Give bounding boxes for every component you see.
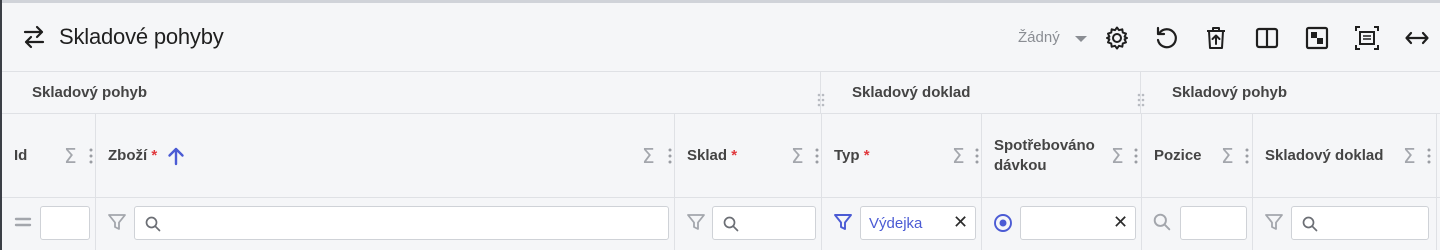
page-title: Skladové pohyby bbox=[59, 24, 224, 49]
sum-icon[interactable]: Σ bbox=[1221, 144, 1234, 168]
column-group-label: Skladový pohyb bbox=[1172, 84, 1288, 101]
clear-filter-icon[interactable]: ✕ bbox=[1113, 212, 1128, 233]
filter-icon[interactable] bbox=[107, 212, 127, 232]
column-label-text: Typ bbox=[834, 147, 860, 164]
column-group: Skladový pohyb bbox=[1141, 72, 1440, 113]
column-separator bbox=[821, 198, 822, 250]
required-marker: * bbox=[863, 147, 870, 164]
column-header-skladovy-doklad[interactable]: Skladový doklad Σ bbox=[1253, 114, 1436, 197]
column-header-id[interactable]: Id Σ bbox=[2, 114, 95, 197]
column-group-label: Skladový doklad bbox=[852, 84, 971, 101]
toggle-panel-icon[interactable] bbox=[1304, 25, 1330, 51]
split-view-icon[interactable] bbox=[1254, 25, 1280, 51]
page-header: Skladové pohyby Žádný bbox=[2, 3, 1440, 72]
typ-filter-input[interactable]: Výdejka ✕ bbox=[860, 206, 976, 240]
clear-filter-icon[interactable]: ✕ bbox=[953, 212, 968, 233]
column-separator bbox=[1436, 114, 1437, 197]
fit-icon[interactable] bbox=[1354, 25, 1380, 51]
column-menu-icon[interactable] bbox=[815, 148, 819, 164]
filter-row: Výdejka ✕ ✕ bbox=[2, 198, 1440, 250]
column-header-pozice[interactable]: Pozice Σ bbox=[1142, 114, 1252, 197]
sklad-filter-input[interactable] bbox=[712, 206, 816, 240]
column-label: Sklad * bbox=[687, 146, 737, 166]
search-icon bbox=[1302, 216, 1318, 232]
id-filter-input[interactable] bbox=[40, 206, 90, 240]
column-header-sklad[interactable]: Sklad * Σ bbox=[675, 114, 821, 197]
skladovy-doklad-filter-input[interactable] bbox=[1291, 206, 1429, 240]
column-group: Skladový pohyb bbox=[2, 72, 820, 113]
column-label-text: Sklad bbox=[687, 147, 728, 164]
search-icon bbox=[145, 216, 161, 232]
column-separator bbox=[1252, 198, 1253, 250]
column-separator bbox=[1141, 198, 1142, 250]
column-label-line: Spotřebováno bbox=[994, 137, 1095, 154]
pozice-filter-input[interactable] bbox=[1180, 206, 1247, 240]
column-menu-icon[interactable] bbox=[1427, 148, 1431, 164]
column-menu-icon[interactable] bbox=[89, 148, 93, 164]
column-separator bbox=[1436, 198, 1437, 250]
column-label: Skladový doklad bbox=[1265, 147, 1384, 164]
delete-icon[interactable] bbox=[1203, 25, 1229, 51]
column-menu-icon[interactable] bbox=[1245, 148, 1249, 164]
chevron-down-icon[interactable] bbox=[1075, 36, 1087, 42]
sum-icon[interactable]: Σ bbox=[642, 144, 655, 168]
radio-operator-icon[interactable] bbox=[993, 213, 1013, 233]
search-icon[interactable] bbox=[1153, 213, 1171, 231]
column-group-label: Skladový pohyb bbox=[32, 84, 148, 101]
column-label: Typ * bbox=[834, 146, 870, 166]
filter-icon[interactable] bbox=[686, 212, 706, 232]
preset-select-value[interactable]: Žádný bbox=[1018, 29, 1060, 46]
gear-icon[interactable] bbox=[1104, 25, 1130, 51]
search-icon bbox=[723, 216, 739, 232]
column-header-row: Id Σ Zboží * Σ Sklad * Σ Typ * Σ Spotřeb… bbox=[2, 114, 1440, 198]
column-label: Spotřebováno dávkou bbox=[994, 136, 1095, 176]
required-marker: * bbox=[151, 147, 158, 164]
expand-width-icon[interactable] bbox=[1404, 25, 1430, 51]
required-marker: * bbox=[731, 147, 738, 164]
zbozi-filter-input[interactable] bbox=[134, 206, 669, 240]
column-group: Skladový doklad bbox=[821, 72, 1141, 113]
column-label-line: dávkou bbox=[994, 157, 1047, 174]
column-label-text: Zboží bbox=[108, 147, 148, 164]
typ-filter-value: Výdejka bbox=[869, 215, 923, 232]
sum-icon[interactable]: Σ bbox=[952, 144, 965, 168]
filter-active-icon[interactable] bbox=[833, 212, 853, 232]
sum-icon[interactable]: Σ bbox=[1111, 144, 1124, 168]
column-header-typ[interactable]: Typ * Σ bbox=[822, 114, 981, 197]
reset-icon[interactable] bbox=[1153, 25, 1179, 51]
transfer-arrows-icon bbox=[23, 25, 45, 49]
column-menu-icon[interactable] bbox=[975, 148, 979, 164]
filter-icon[interactable] bbox=[1264, 212, 1284, 232]
column-menu-icon[interactable] bbox=[1134, 148, 1138, 164]
column-menu-icon[interactable] bbox=[668, 148, 672, 164]
column-separator bbox=[981, 198, 982, 250]
spotrebovano-filter-input[interactable]: ✕ bbox=[1020, 206, 1136, 240]
sort-ascending-icon[interactable] bbox=[167, 146, 185, 166]
sum-icon[interactable]: Σ bbox=[64, 144, 77, 168]
column-header-zbozi[interactable]: Zboží * Σ bbox=[96, 114, 674, 197]
sum-icon[interactable]: Σ bbox=[791, 144, 804, 168]
column-label: Pozice bbox=[1154, 147, 1202, 164]
equals-operator-icon[interactable] bbox=[14, 215, 32, 229]
column-label: Id bbox=[14, 147, 28, 164]
column-separator bbox=[674, 198, 675, 250]
column-label: Zboží * bbox=[108, 146, 157, 166]
sum-icon[interactable]: Σ bbox=[1403, 144, 1416, 168]
column-group-header-row: Skladový pohyb Skladový doklad Skladový … bbox=[2, 72, 1440, 114]
column-header-spotrebovano-davkou[interactable]: Spotřebováno dávkou Σ bbox=[982, 114, 1141, 197]
column-separator bbox=[95, 198, 96, 250]
